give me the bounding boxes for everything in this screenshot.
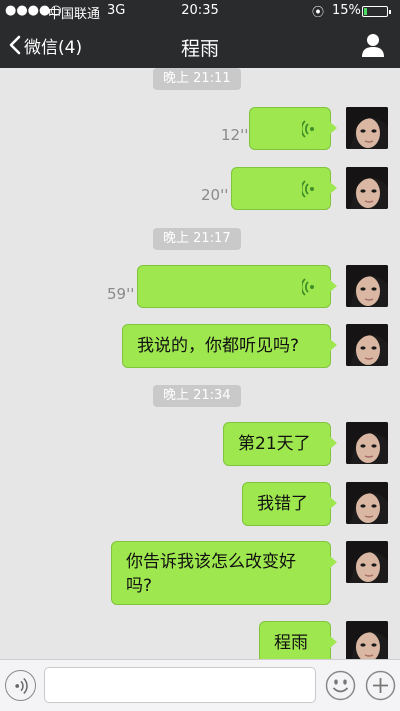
battery-level [364,8,367,15]
message-input[interactable] [44,667,316,703]
status-bar: ●●●●○ 中国联通 3G 20:35 ⦿ 15% [0,0,400,22]
timestamp: 晚上 21:17 [153,228,241,250]
avatar[interactable] [346,422,388,464]
voice-wave-icon [302,278,315,296]
voice-duration: 12'' [221,126,249,144]
timestamp: 晚上 21:11 [153,68,241,90]
rotation-lock-icon: ⦿ [312,5,325,19]
text-message-bubble[interactable]: 我说的，你都听见吗? [122,324,337,368]
text-message-bubble[interactable]: 你告诉我该怎么改变好吗? [111,541,337,605]
avatar[interactable] [346,541,388,583]
avatar[interactable] [346,107,388,149]
emoji-icon[interactable] [325,670,356,701]
profile-icon[interactable] [360,32,386,58]
voice-message-bubble[interactable] [249,107,337,150]
battery-icon [362,6,391,17]
voice-wave-icon [302,120,315,138]
chat-area[interactable]: 晚上 21:11 12'' 20'' 晚上 21:17 59'' 我说的，你都听… [0,68,400,659]
avatar[interactable] [346,167,388,209]
text-message-bubble[interactable]: 我错了 [242,482,337,526]
plus-icon[interactable] [365,670,396,701]
avatar[interactable] [346,482,388,524]
voice-duration: 59'' [107,285,135,303]
avatar[interactable] [346,621,388,659]
input-bar [0,659,400,711]
message-text: 我说的，你都听见吗? [137,336,300,356]
chat-title: 程雨 [180,38,219,60]
voice-duration: 20'' [201,186,229,204]
avatar[interactable] [346,265,388,307]
voice-input-icon[interactable] [5,670,36,701]
text-message-bubble[interactable]: 程雨 [259,621,337,659]
voice-wave-icon [302,180,315,198]
nav-bar: 微信(4) 程雨 [0,22,400,68]
text-message-bubble[interactable]: 第21天了 [223,422,337,466]
battery-percent: 15% [332,3,361,18]
message-text: 你告诉我该怎么改变好吗? [126,552,296,596]
message-text: 我错了 [257,494,308,514]
message-text: 程雨 [274,633,308,653]
message-text: 第21天了 [238,434,311,454]
avatar[interactable] [346,324,388,366]
voice-message-bubble[interactable] [137,265,337,308]
voice-message-bubble[interactable] [231,167,337,210]
timestamp: 晚上 21:34 [153,385,241,407]
